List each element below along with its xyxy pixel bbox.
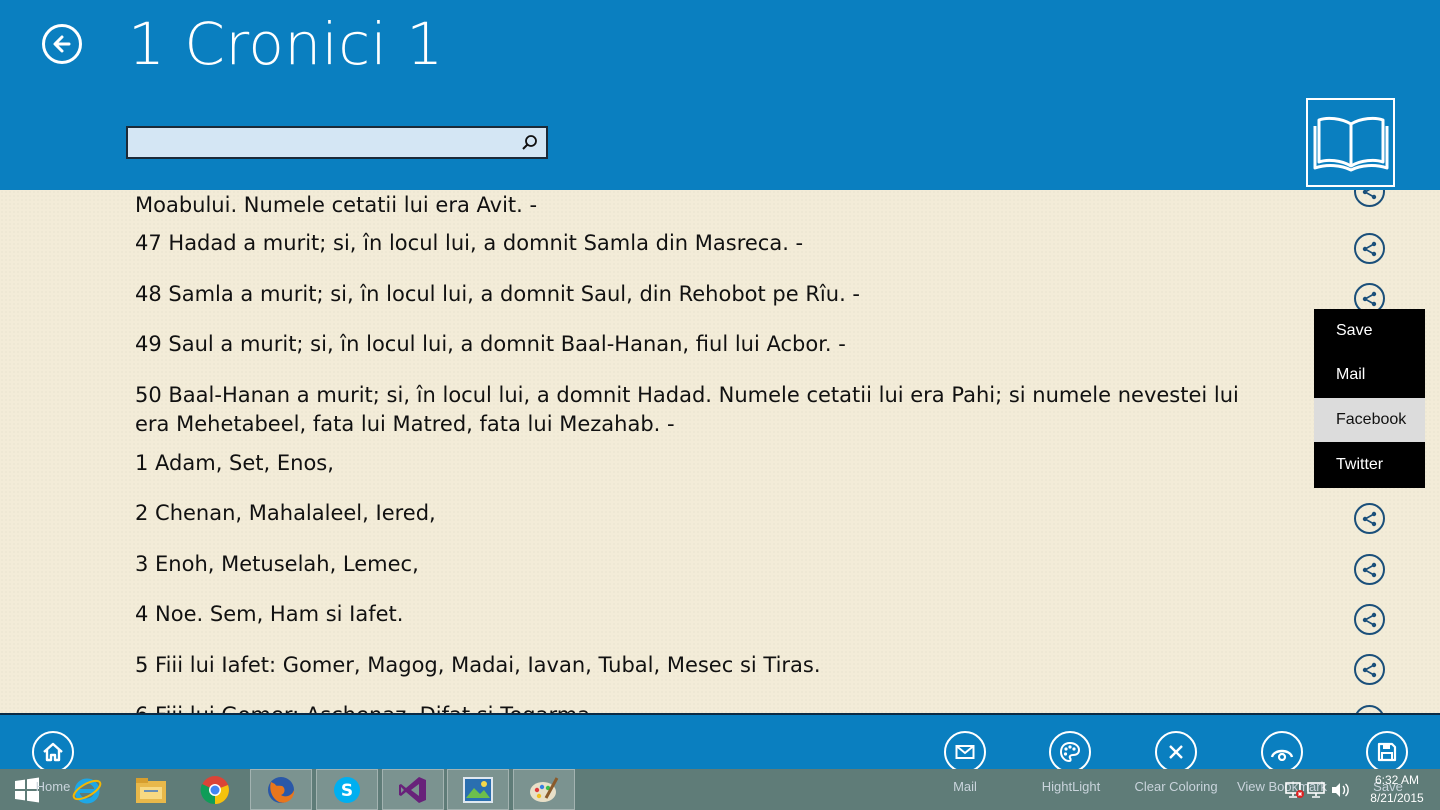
share-icon [1362,190,1376,199]
share-icon [1362,562,1376,577]
verse-item[interactable]: 4 Noe. Sem, Ham si Iafet. [135,600,1245,629]
verse-item[interactable]: 1 Adam, Set, Enos, [135,449,1245,478]
highlight-button[interactable] [1049,731,1091,773]
paint-icon [530,776,559,802]
view-bookmark-button[interactable] [1261,731,1303,773]
share-button[interactable] [1354,233,1385,264]
share-button[interactable] [1354,654,1385,685]
taskbar-chrome[interactable] [184,769,246,810]
verse-item[interactable]: 2 Chenan, Mahalaleel, Iered, [135,499,1245,528]
page-title: 1 Cronici 1 [128,10,444,78]
monitor-icon[interactable] [1306,781,1326,799]
taskbar-photos[interactable] [447,769,509,810]
share-menu: Save Mail Facebook Twitter [1314,309,1425,488]
share-icon [1362,241,1376,256]
clear-coloring-button[interactable] [1155,731,1197,773]
highlight-label: HightLight [1041,779,1101,794]
open-book-icon [1313,116,1388,171]
palette-icon [1059,741,1081,763]
chrome-icon [200,775,229,804]
search-input[interactable] [128,128,508,157]
verse-list[interactable]: Moabului. Numele cetatii lui era Avit. -… [0,190,1440,713]
share-button[interactable] [1354,705,1385,713]
floppy-disk-icon [1377,742,1397,762]
taskbar-skype[interactable]: S [316,769,378,810]
search-box[interactable] [126,126,548,159]
view-bookmark-icon [1270,749,1294,761]
verse-item[interactable]: 5 Fiii lui Iafet: Gomer, Magog, Madai, I… [135,651,1245,680]
verse-item[interactable]: 50 Baal-Hanan a murit; si, în locul lui,… [135,381,1245,439]
taskbar-paint[interactable] [513,769,575,810]
verse-item[interactable]: 47 Hadad a murit; si, în locul lui, a do… [135,229,1245,258]
share-button[interactable] [1354,190,1385,207]
verse-item[interactable]: Moabului. Numele cetatii lui era Avit. - [135,191,1245,220]
taskbar-visual-studio[interactable] [382,769,444,810]
skype-icon: S [334,776,360,803]
tray-clock[interactable]: 6:32 AM 8/21/2015 [1362,771,1432,807]
book-button[interactable] [1306,98,1395,187]
home-icon [43,742,63,762]
share-button[interactable] [1354,503,1385,534]
app-bar [0,713,1440,773]
svg-text:S: S [341,781,353,801]
search-icon[interactable] [520,133,540,153]
share-icon [1362,291,1376,306]
visual-studio-icon [399,776,426,803]
verse-item[interactable]: 48 Samla a murit; si, în locul lui, a do… [135,280,1245,309]
share-icon [1362,612,1376,627]
taskbar-firefox[interactable] [250,769,312,810]
share-icon [1362,662,1376,677]
verse-item[interactable]: 49 Saul a murit; si, în locul lui, a dom… [135,330,1245,359]
mail-button[interactable] [944,731,986,773]
menu-item-twitter[interactable]: Twitter [1314,443,1425,487]
home-label: Home [35,779,71,794]
file-explorer-icon [136,777,166,803]
close-icon [1169,745,1183,759]
menu-item-save[interactable]: Save [1314,309,1425,353]
home-button[interactable] [32,731,74,773]
menu-item-facebook[interactable]: Facebook [1314,398,1425,442]
taskbar-file-explorer[interactable] [120,769,182,810]
verse-item[interactable]: 3 Enoh, Metuselah, Lemec, [135,550,1245,579]
tray-date: 8/21/2015 [1370,791,1424,805]
save-button[interactable] [1366,731,1408,773]
photos-icon [463,776,493,803]
arrow-left-icon [53,35,71,53]
share-icon [1362,511,1376,526]
verse-item[interactable]: 6 Fiii lui Gomer: Aschenaz, Difat si Tog… [135,701,1245,713]
share-button[interactable] [1354,604,1385,635]
share-button[interactable] [1354,554,1385,585]
clear-coloring-label: Clear Coloring [1134,779,1218,794]
app-header: 1 Cronici 1 [0,0,1440,190]
back-button[interactable] [42,24,82,64]
volume-icon[interactable] [1330,782,1350,798]
firefox-icon [268,776,295,803]
mail-label: Mail [953,779,977,794]
network-icon[interactable] [1284,780,1306,800]
tray-time: 6:32 AM [1374,773,1420,787]
mail-icon [955,745,975,759]
menu-item-mail[interactable]: Mail [1314,353,1425,397]
